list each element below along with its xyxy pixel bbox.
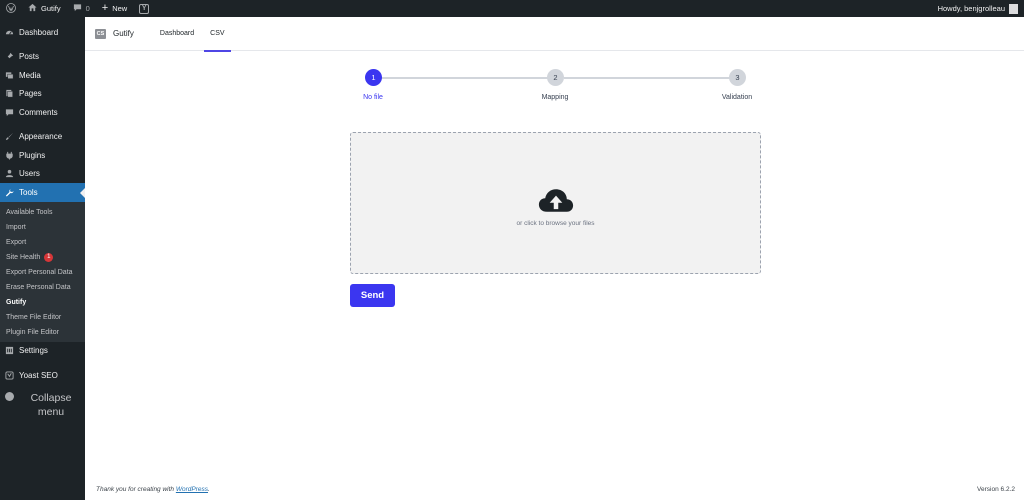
settings-icon bbox=[5, 346, 14, 355]
submenu-label: Gutify bbox=[6, 298, 27, 306]
sidebar-item-plugins[interactable]: Plugins bbox=[0, 146, 85, 165]
tools-submenu: Available Tools Import Export Site Healt… bbox=[0, 201, 85, 342]
submenu-label: Plugin File Editor bbox=[6, 328, 59, 336]
sidebar-item-label: Pages bbox=[19, 89, 42, 99]
comment-icon bbox=[5, 108, 14, 117]
yoast-icon: Y bbox=[139, 3, 150, 14]
submenu-erase-personal-data[interactable]: Erase Personal Data bbox=[0, 280, 85, 295]
submenu-label: Available Tools bbox=[6, 208, 53, 216]
brush-icon bbox=[5, 132, 14, 141]
sidebar-item-label: Media bbox=[19, 70, 41, 80]
step-3-label: Validation bbox=[721, 94, 753, 101]
sidebar-item-label: Posts bbox=[19, 52, 40, 62]
admin-bar: Gutify 0 + New Y Howdy, benjgrolleau bbox=[0, 0, 1024, 17]
sidebar-item-posts[interactable]: Posts bbox=[0, 48, 85, 67]
sidebar-item-label: Comments bbox=[19, 107, 58, 117]
sidebar-item-media[interactable]: Media bbox=[0, 66, 85, 85]
home-icon bbox=[28, 3, 37, 14]
my-account-menu[interactable]: Howdy, benjgrolleau bbox=[937, 3, 1024, 14]
plug-icon bbox=[5, 151, 14, 160]
submenu-export-personal-data[interactable]: Export Personal Data bbox=[0, 265, 85, 280]
sidebar-item-users[interactable]: Users bbox=[0, 165, 85, 184]
submenu-label: Export bbox=[6, 238, 27, 246]
footer-thanks-suffix: . bbox=[208, 486, 210, 493]
submenu-gutify[interactable]: Gutify bbox=[0, 295, 85, 310]
comments-menu[interactable]: 0 bbox=[67, 0, 96, 17]
user-icon bbox=[5, 169, 14, 178]
tab-dashboard[interactable]: Dashboard bbox=[154, 17, 200, 51]
step-1-indicator: 1 bbox=[365, 69, 382, 86]
gutify-logo-icon: CS bbox=[95, 28, 106, 39]
submenu-site-health[interactable]: Site Health 1 bbox=[0, 250, 85, 265]
wp-logo-menu[interactable] bbox=[0, 0, 22, 17]
submenu-export[interactable]: Export bbox=[0, 235, 85, 250]
wordpress-link[interactable]: WordPress bbox=[176, 486, 208, 493]
brand-title: Gutify bbox=[113, 29, 134, 38]
dropzone-text: or click to browse your files bbox=[516, 219, 595, 227]
file-dropzone[interactable]: or click to browse your files bbox=[350, 132, 761, 274]
submenu-label: Site Health bbox=[6, 253, 41, 261]
footer-thanks: Thank you for creating with WordPress. bbox=[96, 486, 210, 493]
step-connector bbox=[564, 76, 730, 79]
footer-version: Version 6.2.2 bbox=[977, 486, 1015, 493]
sidebar-item-label: Dashboard bbox=[19, 27, 59, 37]
step-3-indicator: 3 bbox=[729, 69, 746, 86]
sidebar-item-settings[interactable]: Settings bbox=[0, 342, 85, 361]
media-icon bbox=[5, 71, 14, 80]
new-content-menu[interactable]: + New bbox=[96, 0, 133, 17]
send-button[interactable]: Send bbox=[350, 284, 395, 307]
submenu-plugin-file-editor[interactable]: Plugin File Editor bbox=[0, 325, 85, 340]
dashboard-icon bbox=[5, 28, 14, 37]
step-connector bbox=[381, 76, 555, 79]
sidebar-item-pages[interactable]: Pages bbox=[0, 85, 85, 104]
yoast-menu[interactable]: Y bbox=[133, 0, 155, 17]
site-name: Gutify bbox=[41, 4, 61, 13]
plus-icon: + bbox=[101, 2, 109, 14]
step-1-label: No file bbox=[363, 94, 383, 101]
sidebar-item-dashboard[interactable]: Dashboard bbox=[0, 23, 85, 42]
site-name-menu[interactable]: Gutify bbox=[22, 0, 67, 17]
step-2-indicator: 2 bbox=[547, 69, 564, 86]
sidebar-item-tools[interactable]: Tools bbox=[0, 183, 85, 202]
sidebar-item-comments[interactable]: Comments bbox=[0, 103, 85, 122]
sidebar-item-label: Yoast SEO bbox=[19, 370, 58, 380]
submenu-label: Theme File Editor bbox=[6, 313, 62, 321]
sidebar-item-yoast-seo[interactable]: Yoast SEO bbox=[0, 366, 85, 385]
sidebar-item-label: Settings bbox=[19, 346, 48, 356]
step-2-label: Mapping bbox=[541, 94, 569, 101]
admin-sidebar: Dashboard Posts Media Pages Comments App… bbox=[0, 17, 85, 500]
collapse-menu-button[interactable]: Collapse menu bbox=[0, 385, 85, 419]
tab-csv[interactable]: CSV bbox=[204, 17, 231, 52]
comment-bubble-icon bbox=[73, 3, 82, 14]
wordpress-logo-icon bbox=[6, 2, 16, 15]
greeting: Howdy, benjgrolleau bbox=[937, 4, 1005, 13]
plugin-header: CS Gutify Dashboard CSV bbox=[85, 17, 1024, 52]
sidebar-item-label: Plugins bbox=[19, 150, 46, 160]
submenu-import[interactable]: Import bbox=[0, 220, 85, 235]
avatar bbox=[1009, 3, 1018, 14]
sidebar-item-label: Appearance bbox=[19, 132, 63, 142]
submenu-label: Erase Personal Data bbox=[6, 283, 71, 291]
submenu-label: Import bbox=[6, 223, 26, 231]
pages-icon bbox=[5, 89, 14, 98]
sidebar-item-label: Users bbox=[19, 169, 40, 179]
wrench-icon bbox=[5, 188, 14, 197]
yoast-icon bbox=[5, 371, 14, 380]
import-stepper: 1 2 3 No file Mapping Validation bbox=[85, 51, 1024, 111]
new-label: New bbox=[112, 4, 128, 13]
sidebar-item-appearance[interactable]: Appearance bbox=[0, 128, 85, 147]
footer-thanks-text: Thank you for creating with bbox=[96, 486, 175, 493]
cloud-upload-icon bbox=[538, 188, 573, 212]
pin-icon bbox=[5, 52, 14, 61]
submenu-available-tools[interactable]: Available Tools bbox=[0, 205, 85, 220]
sidebar-item-label: Tools bbox=[19, 187, 38, 197]
collapse-icon bbox=[5, 391, 14, 401]
comments-count: 0 bbox=[85, 4, 90, 13]
collapse-label: Collapse menu bbox=[30, 391, 72, 418]
submenu-label: Export Personal Data bbox=[6, 268, 73, 276]
notification-badge: 1 bbox=[44, 252, 54, 262]
submenu-theme-file-editor[interactable]: Theme File Editor bbox=[0, 310, 85, 325]
